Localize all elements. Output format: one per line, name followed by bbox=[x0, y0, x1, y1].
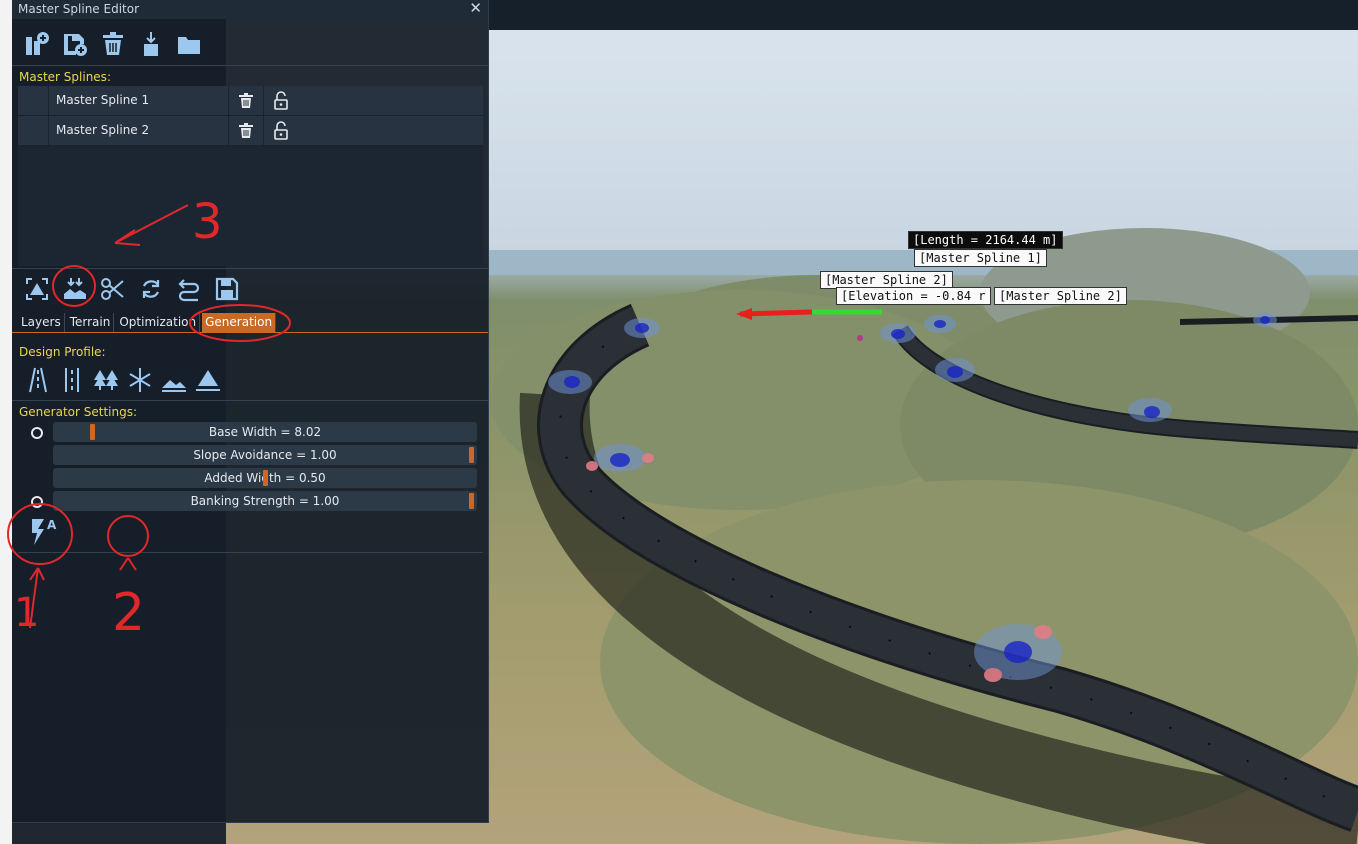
trash-icon[interactable] bbox=[236, 121, 256, 141]
unlock-icon[interactable] bbox=[271, 121, 291, 141]
tab-bar: Layers Terrain Optimization Generation bbox=[18, 313, 278, 333]
spline1-label: [Master Spline 1] bbox=[914, 249, 1047, 267]
master-splines-label: Master Splines: bbox=[19, 70, 111, 84]
road-lanes-icon[interactable] bbox=[24, 366, 52, 394]
auto-generate-icon[interactable]: A bbox=[28, 515, 60, 547]
title-bar[interactable]: Master Spline Editor ✕ bbox=[12, 0, 488, 19]
tab-terrain[interactable]: Terrain bbox=[67, 313, 115, 333]
tab-optimization[interactable]: Optimization bbox=[116, 313, 201, 333]
base-width-row: Base Width = 8.02 bbox=[31, 422, 477, 442]
tab-underline bbox=[12, 332, 488, 333]
unlock-icon[interactable] bbox=[271, 91, 291, 111]
spline-name[interactable]: Master Spline 1 bbox=[56, 93, 149, 107]
banking-strength-slider[interactable]: Banking Strength = 1.00 bbox=[53, 491, 477, 511]
refresh-icon[interactable] bbox=[136, 274, 166, 304]
design-profile-icons bbox=[24, 366, 222, 394]
divider bbox=[12, 268, 488, 269]
delete-icon[interactable] bbox=[98, 29, 128, 59]
base-width-slider[interactable]: Base Width = 8.02 bbox=[53, 422, 477, 442]
hills-icon[interactable] bbox=[160, 366, 188, 394]
slider-text: Banking Strength = 1.00 bbox=[190, 494, 340, 508]
import-icon[interactable] bbox=[136, 29, 166, 59]
banking-strength-row: Banking Strength = 1.00 bbox=[31, 491, 477, 511]
divider bbox=[12, 400, 488, 401]
length-label: [Length = 2164.44 m] bbox=[908, 231, 1063, 249]
master-spline-list: Master Spline 1 Master Spline 2 bbox=[18, 86, 483, 266]
save-icon[interactable] bbox=[212, 274, 242, 304]
spline2-label-2: [Master Spline 2] bbox=[994, 287, 1127, 305]
slider-knob[interactable] bbox=[89, 424, 95, 440]
master-spline-editor-panel: Master Spline Editor ✕ Master Splines: M… bbox=[12, 0, 489, 823]
svg-text:A: A bbox=[47, 518, 57, 532]
forest-icon[interactable] bbox=[92, 366, 120, 394]
slider-knob[interactable] bbox=[469, 493, 474, 509]
slope-avoidance-row: Slope Avoidance = 1.00 bbox=[36, 445, 477, 465]
left-edge-strip bbox=[0, 0, 12, 844]
slider-knob[interactable] bbox=[469, 447, 474, 463]
banking-strength-radio[interactable] bbox=[31, 496, 43, 508]
mountain-icon[interactable] bbox=[194, 366, 222, 394]
divider bbox=[18, 552, 483, 553]
rail-icon[interactable] bbox=[58, 366, 86, 394]
swap-icon[interactable] bbox=[174, 274, 204, 304]
generator-settings-label: Generator Settings: bbox=[19, 405, 138, 419]
slider-text: Base Width = 8.02 bbox=[208, 425, 322, 439]
slider-text: Slope Avoidance = 1.00 bbox=[193, 448, 337, 462]
spline-row[interactable]: Master Spline 2 bbox=[18, 116, 483, 146]
open-folder-icon[interactable] bbox=[174, 29, 204, 59]
window-title: Master Spline Editor bbox=[18, 2, 140, 16]
tools-toolbar bbox=[22, 272, 242, 306]
top-toolbar bbox=[22, 28, 204, 60]
added-width-row: Added Width = 0.50 bbox=[36, 468, 477, 488]
trash-icon[interactable] bbox=[236, 91, 256, 111]
elevation-label: [Elevation = -0.84 r bbox=[836, 287, 991, 305]
landscape-import-icon[interactable] bbox=[60, 274, 90, 304]
slider-knob[interactable] bbox=[263, 470, 268, 486]
tab-layers[interactable]: Layers bbox=[18, 313, 65, 333]
base-width-radio[interactable] bbox=[31, 427, 43, 439]
spline-row[interactable]: Master Spline 1 bbox=[18, 86, 483, 116]
tab-generation[interactable]: Generation bbox=[202, 313, 277, 333]
added-width-slider[interactable]: Added Width = 0.50 bbox=[53, 468, 477, 488]
slope-avoidance-slider[interactable]: Slope Avoidance = 1.00 bbox=[53, 445, 477, 465]
terrain-align-icon[interactable] bbox=[22, 274, 52, 304]
spline-name[interactable]: Master Spline 2 bbox=[56, 123, 149, 137]
snow-icon[interactable] bbox=[126, 366, 154, 394]
divider bbox=[12, 65, 488, 66]
scissors-icon[interactable] bbox=[98, 274, 128, 304]
close-icon[interactable]: ✕ bbox=[469, 0, 482, 17]
design-profile-label: Design Profile: bbox=[19, 345, 106, 359]
add-spline-icon[interactable] bbox=[22, 29, 52, 59]
save-add-icon[interactable] bbox=[60, 29, 90, 59]
